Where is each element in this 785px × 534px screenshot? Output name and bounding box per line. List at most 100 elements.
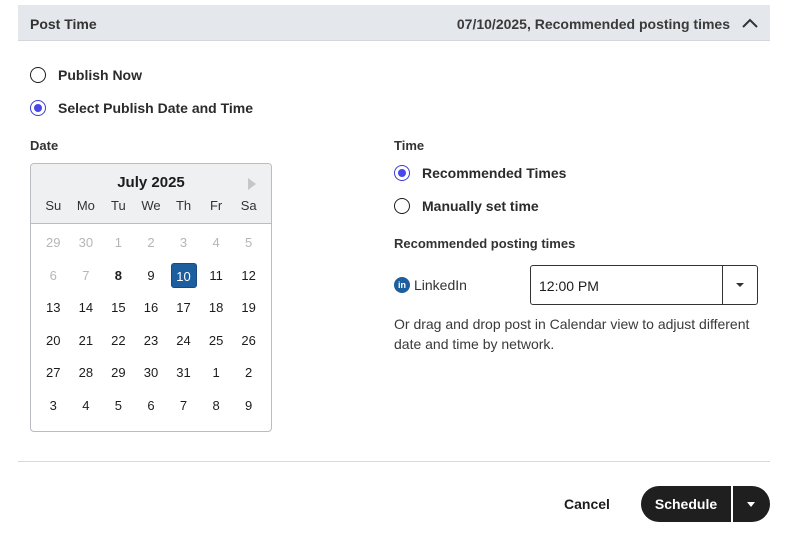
calendar-week-row: 27 28 29 30 31 1 2: [37, 360, 265, 393]
footer-divider: [18, 461, 770, 462]
calendar-day[interactable]: 29: [37, 230, 70, 256]
calendar-day[interactable]: 11: [200, 263, 233, 289]
calendar-day[interactable]: 20: [37, 328, 70, 354]
calendar-week-row: 6 7 8 9 10 11 12: [37, 262, 265, 296]
publish-now-option[interactable]: Publish Now: [30, 67, 142, 83]
calendar-week-row: 29 30 1 2 3 4 5: [37, 230, 265, 263]
schedule-options-button[interactable]: [733, 486, 770, 522]
calendar-day-number: 3: [179, 235, 188, 250]
post-time-header[interactable]: Post Time 07/10/2025, Recommended postin…: [18, 5, 770, 41]
weekday-label: We: [141, 198, 161, 213]
calendar-day[interactable]: 8: [200, 393, 233, 419]
calendar-day-number: 22: [111, 332, 126, 348]
publish-now-label: Publish Now: [58, 67, 142, 83]
calendar-day[interactable]: 5: [102, 393, 135, 419]
calendar-month-label: July 2025: [117, 174, 185, 191]
calendar-day[interactable]: 22: [102, 328, 135, 354]
calendar-day[interactable]: 1: [102, 230, 135, 256]
calendar-day-number: 14: [78, 300, 94, 316]
calendar-day-number: 2: [245, 365, 253, 381]
calendar-day[interactable]: 7: [70, 263, 103, 289]
publish-now-radio[interactable]: [30, 67, 46, 83]
calendar-day[interactable]: 8: [102, 263, 135, 289]
calendar-day[interactable]: 21: [70, 328, 103, 354]
time-select-toggle[interactable]: [722, 266, 757, 304]
calendar-day[interactable]: 18: [200, 295, 233, 321]
chevron-down-icon: [736, 283, 744, 287]
header-title: Post Time: [30, 16, 97, 32]
calendar-day[interactable]: 3: [37, 393, 70, 419]
calendar-day-number: 5: [245, 235, 253, 250]
calendar-day[interactable]: 14: [70, 295, 103, 321]
calendar-day-number: 30: [143, 365, 159, 381]
calendar-day[interactable]: 15: [102, 295, 135, 321]
calendar-day[interactable]: 31: [167, 360, 200, 386]
cancel-button[interactable]: Cancel: [552, 486, 622, 522]
calendar-day[interactable]: 9: [232, 393, 265, 419]
time-select-value: 12:00 PM: [539, 278, 599, 294]
calendar-day[interactable]: 29: [102, 360, 135, 386]
calendar-day[interactable]: 30: [70, 230, 103, 256]
calendar-header: July 2025 Su Mo Tu We Th Fr Sa: [31, 164, 271, 224]
calendar-day-selected[interactable]: 10: [167, 262, 200, 289]
select-date-time-radio[interactable]: [30, 100, 46, 116]
calendar-day[interactable]: 25: [200, 328, 233, 354]
select-date-time-option[interactable]: Select Publish Date and Time: [30, 100, 253, 116]
calendar-week-row: 20 21 22 23 24 25 26: [37, 328, 265, 361]
calendar-day-number: 3: [49, 397, 57, 413]
manual-time-option[interactable]: Manually set time: [394, 198, 539, 214]
time-select[interactable]: 12:00 PM: [530, 265, 758, 305]
calendar-day[interactable]: 9: [135, 263, 168, 289]
manual-time-radio[interactable]: [394, 198, 410, 214]
calendar-day[interactable]: 27: [37, 360, 70, 386]
calendar-day-number: 24: [176, 332, 191, 348]
linkedin-icon: in: [394, 277, 410, 293]
calendar-day-number: 17: [176, 300, 191, 316]
recommended-times-option[interactable]: Recommended Times: [394, 165, 566, 181]
chevron-up-icon[interactable]: [740, 13, 760, 33]
weekday-label: Mo: [76, 198, 95, 213]
calendar-day[interactable]: 23: [135, 328, 168, 354]
calendar-day-number: 6: [147, 397, 155, 413]
calendar-day[interactable]: 5: [232, 230, 265, 256]
calendar-day[interactable]: 7: [167, 393, 200, 419]
calendar-day[interactable]: 13: [37, 295, 70, 321]
date-picker-calendar: July 2025 Su Mo Tu We Th Fr Sa 29 30 1 2 3 4 5 6 7 8 9 10…: [30, 163, 272, 432]
calendar-day[interactable]: 6: [135, 393, 168, 419]
calendar-day[interactable]: 4: [70, 393, 103, 419]
weekday-label: Sa: [240, 198, 257, 213]
calendar-day[interactable]: 2: [232, 360, 265, 386]
calendar-day-number: 1: [114, 235, 123, 250]
calendar-day-number: 27: [46, 365, 61, 381]
weekday-label: Tu: [111, 198, 126, 213]
calendar-day-number: 16: [143, 300, 159, 316]
calendar-day[interactable]: 28: [70, 360, 103, 386]
calendar-day-number: 13: [46, 300, 61, 316]
network-time-row: in LinkedIn 12:00 PM: [394, 265, 758, 305]
calendar-day[interactable]: 6: [37, 263, 70, 289]
calendar-day[interactable]: 19: [232, 295, 265, 321]
calendar-day-number: 4: [82, 397, 90, 413]
calendar-day[interactable]: 1: [200, 360, 233, 386]
calendar-day-number: 1: [212, 365, 220, 381]
schedule-button[interactable]: Schedule: [641, 486, 731, 522]
calendar-day-number: 19: [241, 300, 256, 316]
calendar-day[interactable]: 4: [200, 230, 233, 256]
calendar-day[interactable]: 26: [232, 328, 265, 354]
calendar-day[interactable]: 3: [167, 230, 200, 256]
calendar-day[interactable]: 24: [167, 328, 200, 354]
select-date-time-label: Select Publish Date and Time: [58, 100, 254, 116]
calendar-day[interactable]: 17: [167, 295, 200, 321]
calendar-day-number: 29: [111, 365, 126, 381]
calendar-day-number: 9: [147, 267, 155, 283]
calendar-day[interactable]: 12: [232, 263, 265, 289]
date-label: Date: [30, 138, 59, 153]
calendar-day[interactable]: 16: [135, 295, 168, 321]
recommended-times-radio[interactable]: [394, 165, 410, 181]
calendar-day-number: 9: [245, 397, 253, 413]
calendar-day-number: 7: [82, 267, 90, 283]
calendar-day[interactable]: 30: [135, 360, 168, 386]
calendar-day[interactable]: 2: [135, 230, 168, 256]
network-name: LinkedIn: [414, 277, 467, 293]
chevron-right-icon[interactable]: [245, 177, 259, 191]
